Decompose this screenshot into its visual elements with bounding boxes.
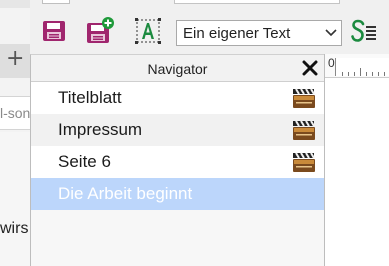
ruler: 0 xyxy=(325,54,389,78)
navigator-list: Titelblatt Impressum Seite 6 Die Arbeit … xyxy=(31,82,324,210)
paragraph-style-value: Ein eigener Text xyxy=(183,24,291,42)
background-content xyxy=(0,132,30,266)
toolbar-top-control[interactable] xyxy=(42,0,70,4)
background-toolbar-strip xyxy=(0,0,30,8)
chevron-down-icon xyxy=(321,23,341,43)
navigator-item-label: Impressum xyxy=(58,120,143,139)
new-tab-button[interactable]: + xyxy=(6,44,26,74)
navigator-title: Navigator xyxy=(147,61,208,77)
document-pane: 0 xyxy=(324,54,389,266)
list-item[interactable]: Seite 6 xyxy=(31,146,324,178)
background-text-snippet: wirs xyxy=(0,220,29,237)
navigator-item-label: Die Arbeit beginnt xyxy=(58,184,193,203)
text-style-icon xyxy=(135,18,161,44)
clapperboard-icon xyxy=(293,88,315,108)
list-item[interactable]: Impressum xyxy=(31,114,324,146)
navigator-panel: Navigator Titelblatt Impressum Seite 6 D… xyxy=(30,54,324,266)
list-item[interactable]: Die Arbeit beginnt xyxy=(31,178,324,210)
close-icon xyxy=(302,60,318,76)
ruler-scale xyxy=(335,58,389,76)
styles-list-button[interactable] xyxy=(348,15,380,47)
ruler-zero-label: 0 xyxy=(328,56,335,70)
navigator-item-label: Seite 6 xyxy=(58,152,111,171)
navigator-item-label: Titelblatt xyxy=(58,88,122,107)
save-button[interactable] xyxy=(38,15,70,47)
list-item[interactable]: Titelblatt xyxy=(31,82,324,114)
toolbar-top-field[interactable] xyxy=(174,0,340,4)
style-list-icon xyxy=(351,19,376,42)
paragraph-style-select[interactable]: Ein eigener Text xyxy=(176,20,342,46)
background-window: + l-son wirs xyxy=(0,0,30,266)
clapperboard-icon xyxy=(293,152,315,172)
navigator-header: Navigator xyxy=(31,55,324,82)
toolbar: Ein eigener Text xyxy=(30,0,389,54)
clapperboard-icon xyxy=(293,120,315,140)
background-address-text: l-son xyxy=(0,105,30,121)
text-style-button[interactable] xyxy=(132,15,164,47)
save-icon xyxy=(43,21,65,41)
save-as-icon xyxy=(87,17,114,43)
save-as-button[interactable] xyxy=(84,15,116,47)
close-button[interactable] xyxy=(300,58,320,78)
document-canvas[interactable] xyxy=(325,78,389,266)
